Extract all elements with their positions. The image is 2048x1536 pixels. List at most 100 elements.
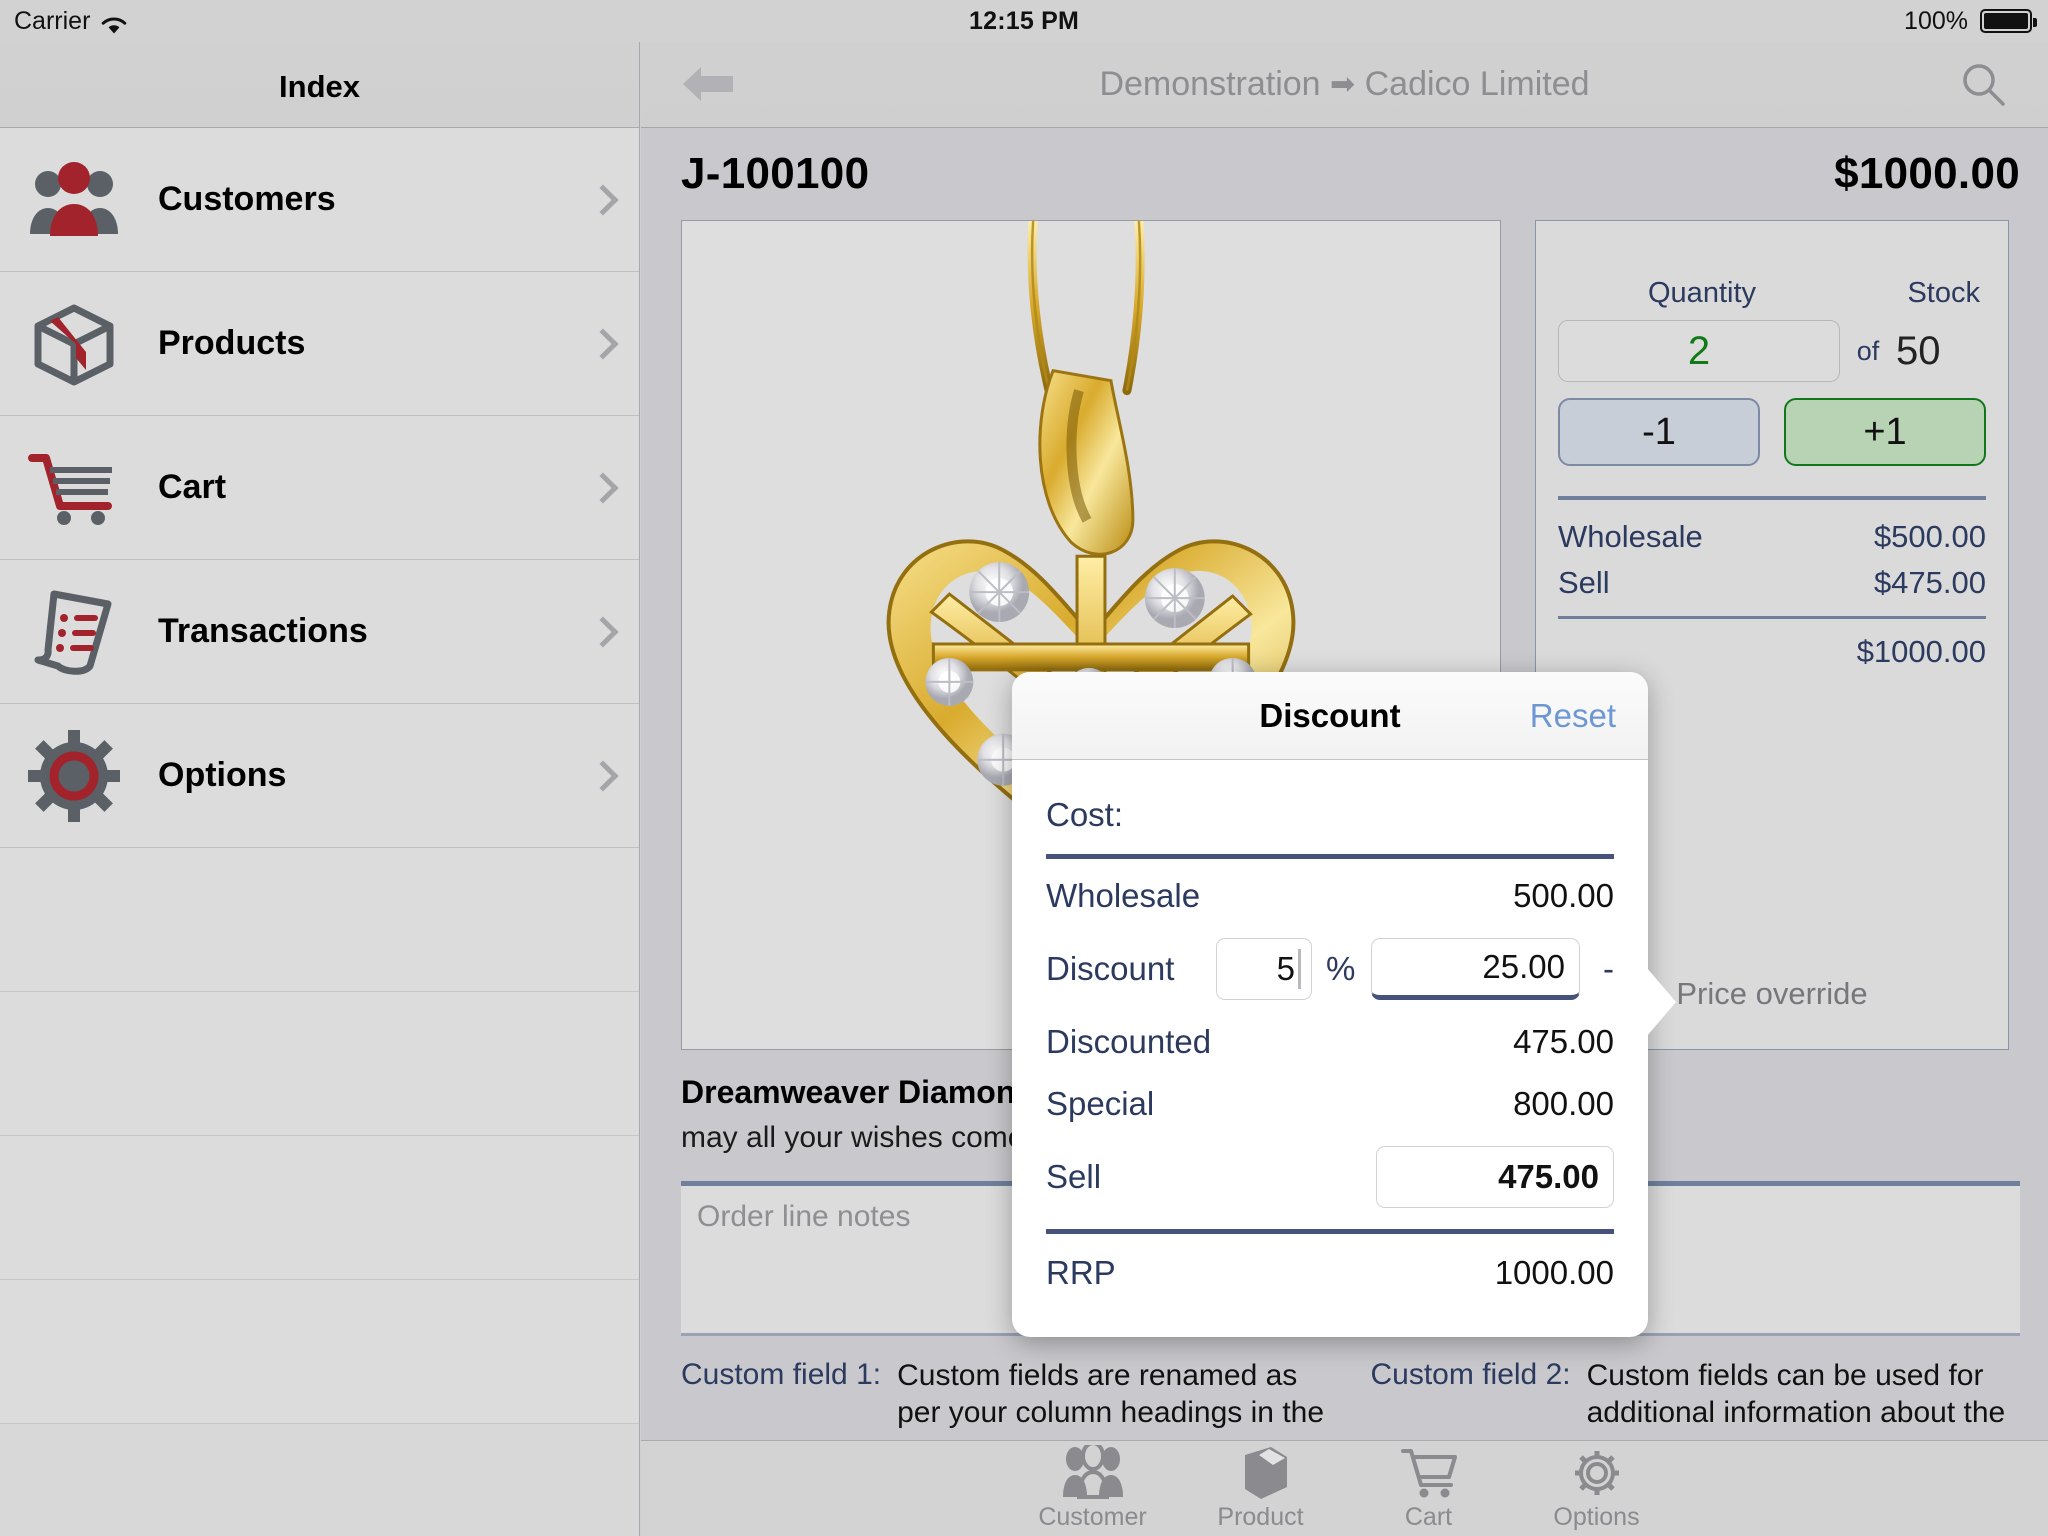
- discounted-value: 475.00: [1513, 1023, 1614, 1060]
- transactions-icon: [26, 584, 122, 680]
- panel-sell-row: Sell $475.00: [1558, 560, 1986, 606]
- popover-header: Discount Reset: [1012, 672, 1648, 760]
- decrement-button[interactable]: -1: [1558, 398, 1760, 466]
- reset-button[interactable]: Reset: [1530, 697, 1616, 735]
- divider: [1046, 854, 1614, 859]
- chevron-right-icon: [591, 327, 611, 361]
- tab-cart[interactable]: Cart: [1345, 1445, 1513, 1532]
- breadcrumb-arrow-icon: ➡: [1330, 67, 1356, 101]
- sidebar-empty-row: [0, 1280, 639, 1424]
- cart-icon: [26, 440, 122, 536]
- rrp-value: 1000.00: [1494, 1254, 1614, 1291]
- chevron-right-icon: [591, 471, 611, 505]
- sidebar-item-label: Cart: [158, 468, 227, 506]
- sidebar-empty-row: [0, 1136, 639, 1280]
- sidebar-item-cart[interactable]: Cart: [0, 416, 639, 560]
- tab-label: Customer: [1038, 1503, 1147, 1531]
- sidebar-item-label: Transactions: [158, 612, 368, 650]
- percent-sign-label: %: [1326, 950, 1356, 987]
- status-bar-right: 100%: [1904, 6, 2037, 36]
- sell-label: Sell: [1046, 1158, 1102, 1195]
- stock-value: 50: [1896, 328, 1941, 373]
- discount-label: Discount: [1046, 950, 1175, 987]
- product-tab-icon: [1177, 1445, 1345, 1501]
- breadcrumb-right: Cadico Limited: [1364, 64, 1590, 103]
- quantity-input[interactable]: 2: [1558, 320, 1840, 382]
- battery-full-icon: [1980, 9, 2037, 33]
- customers-icon: [26, 152, 122, 248]
- sidebar-item-label: Customers: [158, 180, 336, 218]
- customer-tab-icon: [1009, 1445, 1177, 1501]
- breadcrumb: Demonstration ➡ Cadico Limited: [641, 65, 2048, 104]
- cost-label: Cost:: [1046, 796, 1124, 833]
- discount-percent-input[interactable]: 5: [1216, 938, 1312, 1000]
- search-icon[interactable]: [1960, 61, 2006, 107]
- tab-customer[interactable]: Customer: [1009, 1445, 1177, 1532]
- increment-button[interactable]: +1: [1784, 398, 1986, 466]
- minus-sign-label: -: [1603, 950, 1614, 987]
- text-caret: [1298, 949, 1301, 989]
- sidebar-menu: Customers Products Cart Transactions Opt…: [0, 128, 639, 1424]
- wholesale-value: 500.00: [1513, 877, 1614, 914]
- discount-popover: Discount Reset Cost: Wholesale 500.00 Di…: [1012, 672, 1676, 1337]
- panel-wholesale-value: $500.00: [1873, 519, 1986, 554]
- tab-label: Product: [1217, 1503, 1304, 1531]
- popover-arrow: [1647, 968, 1676, 1036]
- discount-row: Discount 5 % 25.00 -: [1046, 927, 1614, 1011]
- discount-percent-value: 5: [1276, 950, 1295, 987]
- product-header: J-100100 $1000.00: [641, 128, 2048, 220]
- sidebar-item-transactions[interactable]: Transactions: [0, 560, 639, 704]
- wholesale-row: Wholesale 500.00: [1046, 865, 1614, 927]
- special-label: Special: [1046, 1085, 1155, 1122]
- panel-wholesale-label: Wholesale: [1558, 519, 1703, 554]
- chevron-right-icon: [591, 615, 611, 649]
- tab-options[interactable]: Options: [1513, 1445, 1681, 1532]
- sidebar-item-customers[interactable]: Customers: [0, 128, 639, 272]
- popover-body: Cost: Wholesale 500.00 Discount 5 % 25.0…: [1012, 760, 1648, 1304]
- cost-row: Cost:: [1046, 784, 1614, 846]
- gear-icon: [26, 728, 122, 824]
- wholesale-label: Wholesale: [1046, 877, 1201, 914]
- options-gear-tab-icon: [1513, 1445, 1681, 1501]
- panel-sell-label: Sell: [1558, 565, 1610, 600]
- quantity-label: Quantity: [1648, 277, 1756, 309]
- products-box-icon: [26, 296, 122, 392]
- divider: [1046, 1229, 1614, 1234]
- status-bar: Carrier 12:15 PM 100%: [0, 0, 2048, 42]
- sidebar-item-label: Options: [158, 756, 287, 794]
- stock-label: Stock: [1907, 277, 1980, 309]
- rrp-row: RRP 1000.00: [1046, 1242, 1614, 1304]
- sidebar-item-options[interactable]: Options: [0, 704, 639, 848]
- divider: [1558, 616, 1986, 619]
- panel-total-row: $1000.00: [1558, 629, 1986, 675]
- special-value: 800.00: [1513, 1085, 1614, 1122]
- battery-percent-label: 100%: [1904, 6, 1968, 35]
- rrp-label: RRP: [1046, 1254, 1116, 1291]
- of-label: of: [1856, 335, 1880, 366]
- discounted-label: Discounted: [1046, 1023, 1212, 1060]
- chevron-right-icon: [591, 759, 611, 793]
- discount-amount-input[interactable]: 25.00: [1371, 938, 1580, 1000]
- product-price: $1000.00: [1834, 149, 2020, 198]
- sidebar: Index Customers Products Cart Transactio…: [0, 0, 640, 1536]
- cart-tab-icon: [1345, 1445, 1513, 1501]
- tab-label: Options: [1553, 1503, 1640, 1531]
- bottom-tab-bar: Customer Product Cart Options: [641, 1440, 2048, 1536]
- back-arrow-icon[interactable]: [681, 61, 735, 107]
- chevron-right-icon: [591, 183, 611, 217]
- tab-product[interactable]: Product: [1177, 1445, 1345, 1532]
- sidebar-item-products[interactable]: Products: [0, 272, 639, 416]
- sell-input[interactable]: 475.00: [1376, 1146, 1614, 1208]
- sell-row: Sell 475.00: [1046, 1135, 1614, 1219]
- breadcrumb-left: Demonstration: [1099, 64, 1321, 103]
- discounted-row: Discounted 475.00: [1046, 1011, 1614, 1073]
- panel-wholesale-row: Wholesale $500.00: [1558, 514, 1986, 560]
- special-row: Special 800.00: [1046, 1073, 1614, 1135]
- status-bar-time: 12:15 PM: [969, 6, 1079, 35]
- tab-label: Cart: [1404, 1503, 1453, 1531]
- product-code: J-100100: [681, 149, 870, 198]
- divider: [1558, 496, 1986, 500]
- panel-total-value: $1000.00: [1856, 634, 1986, 669]
- sidebar-item-label: Products: [158, 324, 306, 362]
- sidebar-empty-row: [0, 992, 639, 1136]
